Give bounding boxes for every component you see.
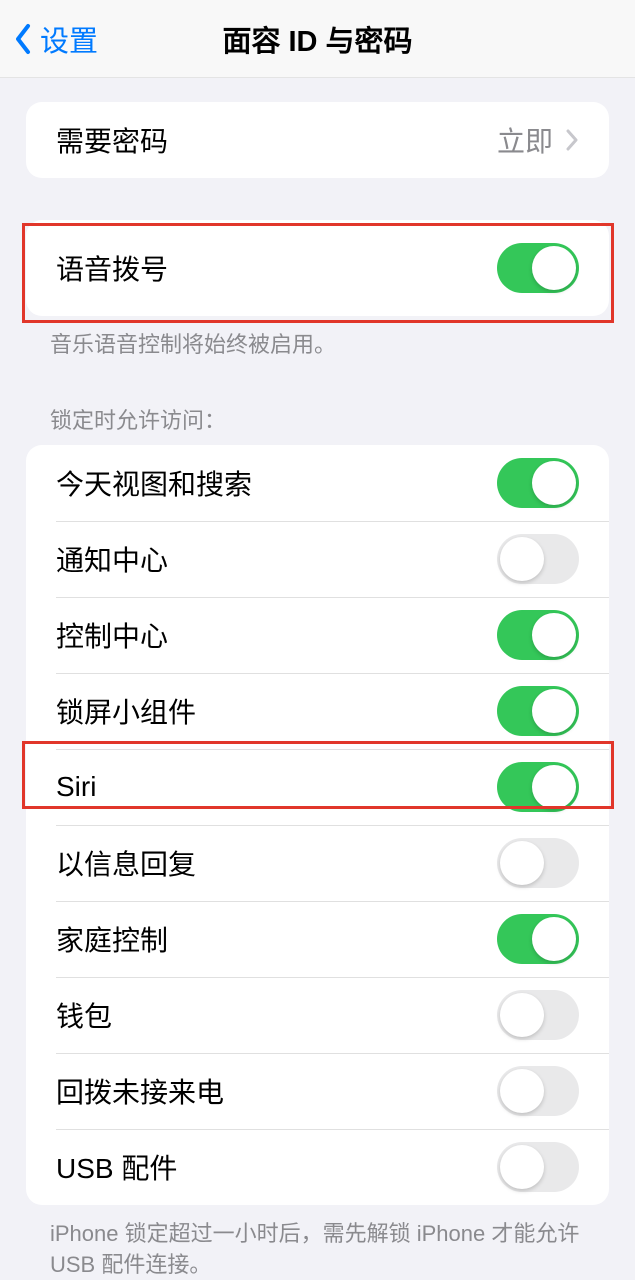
row-label: Siri (56, 771, 96, 803)
row-lock-item: 回拨未接来电 (26, 1053, 609, 1129)
chevron-right-icon (565, 129, 579, 151)
row-label: 语音拨号 (56, 248, 168, 288)
row-right: 立即 (497, 120, 579, 160)
toggle-lock-item[interactable] (497, 762, 579, 812)
toggle-knob (532, 613, 576, 657)
toggle-lock-item[interactable] (497, 610, 579, 660)
row-lock-item: 控制中心 (26, 597, 609, 673)
row-label: USB 配件 (56, 1147, 177, 1187)
row-value: 立即 (497, 120, 553, 160)
toggle-knob (500, 1145, 544, 1189)
toggle-knob (500, 841, 544, 885)
row-lock-item: 钱包 (26, 977, 609, 1053)
row-label: 控制中心 (56, 615, 168, 655)
group-header-lock: 锁定时允许访问： (0, 403, 635, 445)
navigation-bar: 设置 面容 ID 与密码 (0, 0, 635, 78)
toggle-lock-item[interactable] (497, 458, 579, 508)
group-footer-lock: iPhone 锁定超过一小时后，需先解锁 iPhone 才能允许 USB 配件连… (0, 1205, 635, 1280)
toggle-knob (532, 461, 576, 505)
content: 需要密码 立即 语音拨号 音乐语音控制将始终被启用。 锁定时允许访问： 今天视图… (0, 78, 635, 1280)
row-label: 钱包 (56, 995, 112, 1035)
toggle-knob (500, 537, 544, 581)
row-label: 通知中心 (56, 539, 168, 579)
toggle-lock-item[interactable] (497, 1066, 579, 1116)
toggle-lock-item[interactable] (497, 990, 579, 1040)
chevron-left-icon (12, 21, 34, 57)
row-lock-item: 家庭控制 (26, 901, 609, 977)
group-footer-voice: 音乐语音控制将始终被启用。 (0, 316, 635, 361)
row-voice-dial: 语音拨号 (26, 220, 609, 316)
row-label: 家庭控制 (56, 919, 168, 959)
back-button[interactable]: 设置 (0, 18, 98, 60)
row-label: 以信息回复 (56, 843, 196, 883)
toggle-lock-item[interactable] (497, 838, 579, 888)
toggle-voice-dial[interactable] (497, 243, 579, 293)
group-lock-access: 今天视图和搜索通知中心控制中心锁屏小组件 Siri 以信息回复家庭控制钱包回拨未接来… (26, 445, 609, 1205)
toggle-knob (532, 765, 576, 809)
row-lock-item: 锁屏小组件 (26, 673, 609, 749)
row-label: 锁屏小组件 (56, 691, 196, 731)
row-lock-item: 今天视图和搜索 (26, 445, 609, 521)
toggle-knob (532, 689, 576, 733)
toggle-lock-item[interactable] (497, 914, 579, 964)
row-require-passcode[interactable]: 需要密码 立即 (26, 102, 609, 178)
row-label: 需要密码 (56, 120, 168, 160)
toggle-knob (500, 1069, 544, 1113)
row-label: 今天视图和搜索 (56, 463, 252, 503)
page-title: 面容 ID 与密码 (222, 18, 412, 60)
toggle-knob (532, 917, 576, 961)
row-lock-item: 以信息回复 (26, 825, 609, 901)
row-lock-item: 通知中心 (26, 521, 609, 597)
toggle-lock-item[interactable] (497, 534, 579, 584)
toggle-lock-item[interactable] (497, 1142, 579, 1192)
row-lock-item: USB 配件 (26, 1129, 609, 1205)
toggle-lock-item[interactable] (497, 686, 579, 736)
group-passcode: 需要密码 立即 (26, 102, 609, 178)
toggle-knob (500, 993, 544, 1037)
row-label: 回拨未接来电 (56, 1071, 224, 1111)
group-voice-dial: 语音拨号 (26, 220, 609, 316)
toggle-knob (532, 246, 576, 290)
back-label: 设置 (40, 18, 98, 60)
row-lock-item: Siri (26, 749, 609, 825)
